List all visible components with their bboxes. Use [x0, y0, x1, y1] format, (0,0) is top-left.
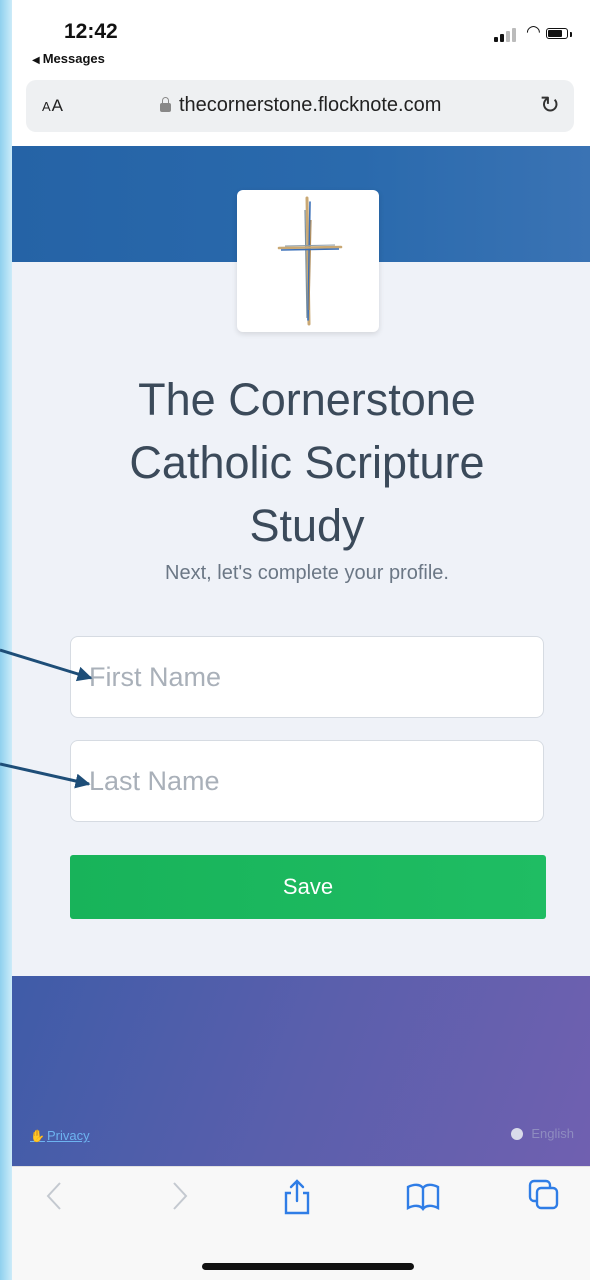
language-label: English [531, 1126, 574, 1141]
web-page: The Cornerstone Catholic Scripture Study… [12, 146, 590, 1166]
url-text: thecornerstone.flocknote.com [179, 94, 442, 116]
lock-icon [160, 97, 171, 112]
wifi-icon: ◠ [526, 22, 541, 41]
back-triangle-icon: ◀ [32, 55, 40, 66]
phone-screen: 12:42 ◀ Messages ◠ AA thecornerstone.floc… [12, 0, 590, 1280]
book-icon[interactable] [406, 1179, 440, 1219]
reload-icon[interactable]: ↻ [540, 91, 560, 120]
last-name-input[interactable] [70, 740, 544, 822]
privacy-link[interactable]: ✋ Privacy [30, 1128, 90, 1143]
privacy-label: Privacy [46, 1128, 90, 1143]
safari-toolbar [12, 1166, 590, 1280]
language-selector[interactable]: English [511, 1126, 574, 1141]
globe-icon [511, 1127, 524, 1140]
battery-icon [546, 28, 568, 39]
status-bar: 12:42 ◀ Messages ◠ [12, 0, 590, 80]
hand-icon: ✋ [30, 1128, 45, 1143]
page-subtitle: Next, let's complete your profile. [165, 562, 449, 584]
status-icons: ◠ [494, 22, 574, 44]
battery-tip [570, 32, 572, 37]
tabs-icon[interactable] [528, 1179, 560, 1219]
chevron-right-icon[interactable] [168, 1179, 192, 1219]
logo-card [237, 190, 379, 332]
share-icon[interactable] [282, 1179, 312, 1221]
cross-logo [277, 196, 343, 326]
home-indicator[interactable] [202, 1263, 414, 1270]
page-title-text: The Cornerstone Catholic Scripture Study [129, 374, 485, 551]
back-app-label: Messages [42, 51, 105, 66]
url-field[interactable]: thecornerstone.flocknote.com [160, 94, 441, 117]
address-bar[interactable]: AA thecornerstone.flocknote.com ↻ [26, 80, 574, 132]
page-title: The Cornerstone Catholic Scripture Study [12, 368, 590, 557]
back-to-messages-link[interactable]: ◀ Messages [32, 51, 105, 66]
status-time: 12:42 [64, 20, 118, 43]
text-size-button[interactable]: AA [42, 96, 64, 116]
first-name-input[interactable] [70, 636, 544, 718]
save-button[interactable]: Save [70, 855, 546, 919]
footer-band: ✋ Privacy English [12, 976, 590, 1166]
chevron-left-icon[interactable] [42, 1179, 66, 1219]
